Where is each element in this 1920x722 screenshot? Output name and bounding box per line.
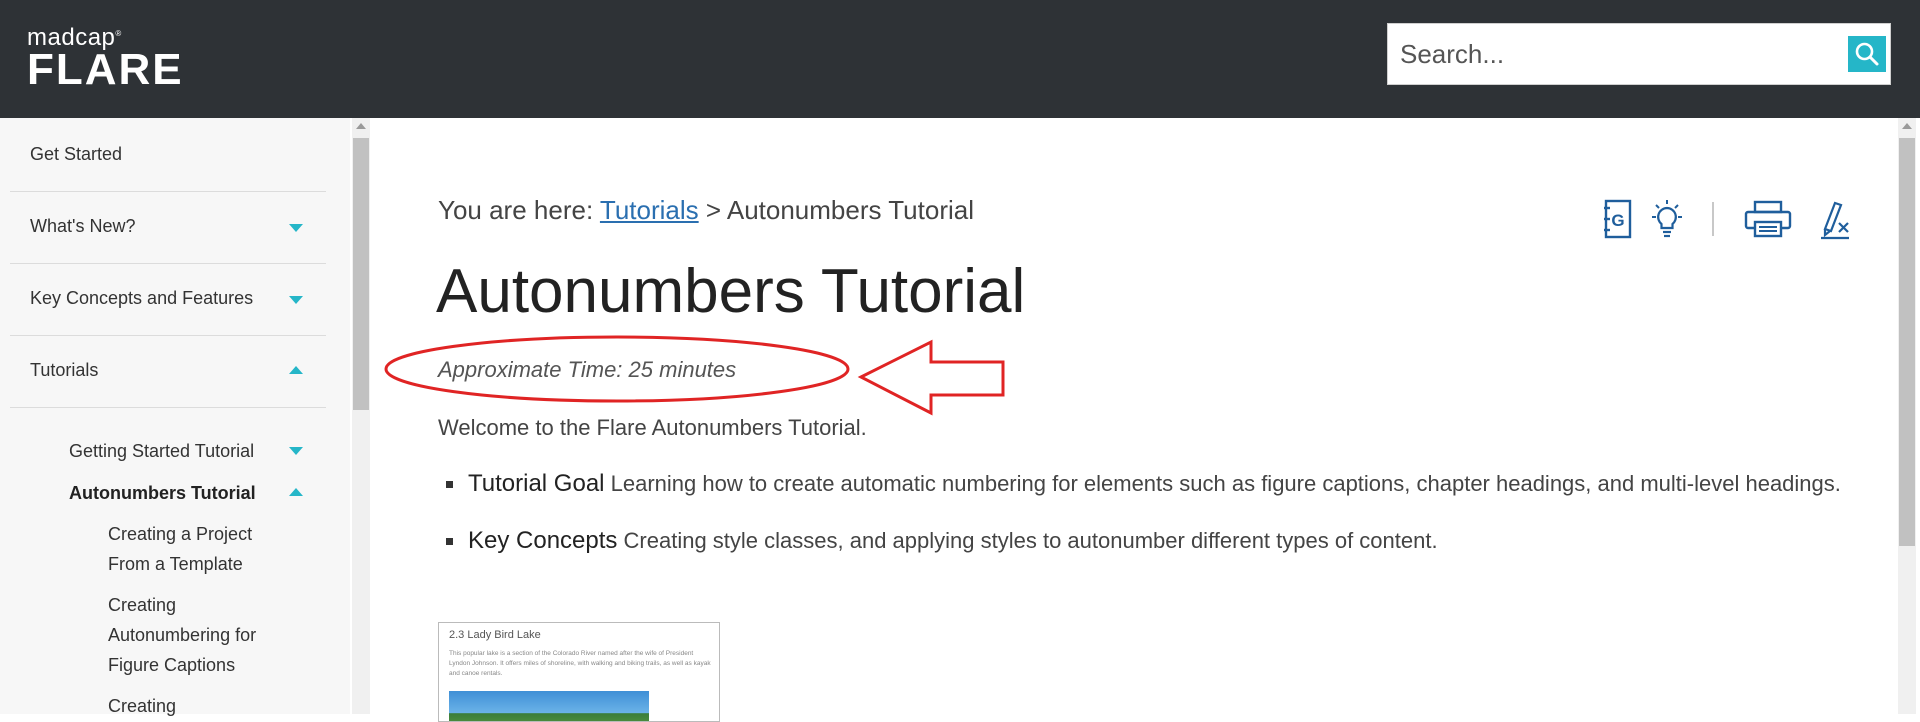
bullet-list: Tutorial Goal Learning how to create aut…	[446, 467, 1858, 581]
sidebar-scrollbar-thumb[interactable]	[353, 138, 369, 410]
breadcrumb: You are here: Tutorials > Autonumbers Tu…	[438, 195, 974, 226]
lightbulb-icon[interactable]	[1646, 198, 1688, 240]
breadcrumb-separator: >	[698, 195, 727, 225]
expand-arrow-icon[interactable]	[289, 296, 303, 304]
sidebar-subitem-getting-started-tutorial[interactable]: Getting Started Tutorial	[69, 436, 254, 466]
bullet-text: Creating style classes, and applying sty…	[617, 528, 1438, 553]
list-item: Key Concepts Creating style classes, and…	[446, 524, 1858, 557]
breadcrumb-current: Autonumbers Tutorial	[726, 195, 974, 225]
logo-registered-mark: ®	[115, 29, 122, 38]
sidebar-subitem-creating-project-template[interactable]: Creating a Project From a Template	[108, 519, 252, 579]
bullet-term: Key Concepts	[468, 527, 618, 554]
bullet-term: Tutorial Goal	[468, 470, 605, 497]
sidebar-item-label: Get Started	[30, 144, 123, 164]
breadcrumb-link-tutorials[interactable]: Tutorials	[600, 195, 699, 225]
collapse-arrow-icon[interactable]	[289, 488, 303, 496]
approximate-time: Approximate Time: 25 minutes	[438, 357, 737, 382]
lake-photo	[449, 691, 649, 721]
sidebar-subitem-label-line: Creating a Project	[108, 524, 253, 544]
sidebar-subitem-label-line: Creating	[108, 595, 177, 615]
sidebar-subitem-creating[interactable]: Creating	[108, 691, 176, 721]
figure-caption: 2.3 Lady Bird Lake	[449, 629, 541, 641]
expand-arrow-icon[interactable]	[289, 224, 303, 232]
sidebar-subitem-label-line: Autonumbering for	[108, 625, 257, 645]
sidebar-subitem-label-line: Creating	[108, 696, 177, 716]
search-icon	[1855, 42, 1879, 66]
list-item: Tutorial Goal Learning how to create aut…	[446, 467, 1858, 500]
sidebar-subitem-label-line: From a Template	[108, 554, 243, 574]
collapse-arrow-icon[interactable]	[289, 366, 303, 374]
sidebar-subitem-autonumbers-tutorial[interactable]: Autonumbers Tutorial	[69, 478, 256, 508]
sidebar-item-key-concepts[interactable]: Key Concepts and Features	[10, 264, 326, 336]
figure-thumbnail: 2.3 Lady Bird Lake This popular lake is …	[438, 622, 720, 722]
breadcrumb-prefix: You are here:	[438, 195, 600, 225]
bullet-text: Learning how to create automatic numberi…	[604, 471, 1841, 496]
scroll-up-arrow-icon[interactable]	[356, 123, 366, 129]
page-title: Autonumbers Tutorial	[436, 257, 1026, 326]
logo-text-bottom: FLARE	[27, 45, 184, 94]
glossary-letter: G	[1611, 211, 1624, 230]
search-box	[1387, 23, 1891, 85]
bullet-square-icon	[446, 481, 453, 488]
search-input[interactable]	[1388, 24, 1828, 84]
sidebar-subitem-creating-autonumbering-figure-captions[interactable]: Creating Autonumbering for Figure Captio…	[108, 590, 256, 680]
toolbar-divider	[1712, 202, 1714, 236]
sidebar-item-whats-new[interactable]: What's New?	[10, 192, 326, 264]
sidebar-item-tutorials[interactable]: Tutorials	[10, 336, 326, 408]
bullet-square-icon	[446, 538, 453, 545]
madcap-flare-logo[interactable]: madcap® FLARE	[27, 22, 184, 92]
figure-text: This popular lake is a section of the Co…	[449, 650, 711, 677]
sidebar-item-label: Tutorials	[30, 360, 99, 380]
top-header: madcap® FLARE	[0, 0, 1920, 118]
sidebar-item-label: What's New?	[30, 216, 136, 236]
sidebar-item-label: Key Concepts and Features	[30, 288, 254, 308]
welcome-text: Welcome to the Flare Autonumbers Tutoria…	[438, 415, 867, 440]
clear-highlight-icon[interactable]	[1817, 199, 1851, 241]
search-button[interactable]	[1848, 36, 1886, 72]
sidebar-nav: Get Started What's New? Key Concepts and…	[0, 118, 350, 716]
sidebar-subitem-label-line: Figure Captions	[108, 655, 236, 675]
glossary-icon[interactable]: G	[1602, 199, 1632, 239]
print-icon[interactable]	[1743, 200, 1793, 238]
scroll-up-arrow-icon[interactable]	[1902, 123, 1912, 129]
expand-arrow-icon[interactable]	[289, 447, 303, 455]
page-scrollbar-thumb[interactable]	[1899, 138, 1915, 546]
sidebar-item-get-started[interactable]: Get Started	[10, 120, 326, 192]
